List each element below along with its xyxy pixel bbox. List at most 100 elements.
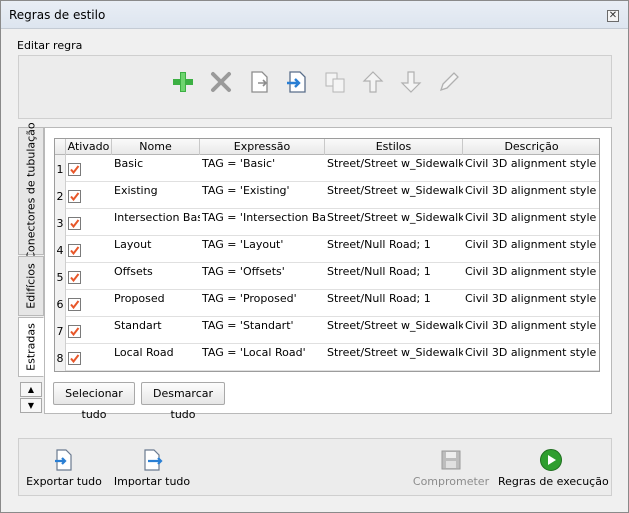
save-icon bbox=[439, 448, 463, 472]
tab-scroll-down-button[interactable]: ▼ bbox=[20, 398, 42, 413]
move-down-icon[interactable] bbox=[398, 69, 424, 95]
cell-style[interactable]: Street/Street w_Sidewalk; 1 bbox=[325, 344, 463, 371]
delete-icon[interactable] bbox=[208, 69, 234, 95]
cell-desc[interactable]: Civil 3D alignment style rule bbox=[463, 209, 599, 236]
cell-style[interactable]: Street/Null Road; 1 bbox=[325, 290, 463, 317]
enabled-checkbox[interactable] bbox=[68, 163, 81, 176]
rules-table: Ativado Nome Expressão Estilos Descrição… bbox=[54, 138, 600, 372]
cell-name[interactable]: Local Road bbox=[112, 344, 200, 371]
deselect-all-button[interactable]: Desmarcar tudo bbox=[141, 382, 225, 421]
select-all-button[interactable]: Selecionar tudo bbox=[53, 382, 135, 421]
export-rule-icon[interactable] bbox=[284, 69, 310, 95]
cell-expr[interactable]: TAG = 'Proposed' bbox=[200, 290, 325, 317]
export-all-button[interactable]: Exportar tudo bbox=[25, 439, 103, 497]
cell-expr[interactable]: TAG = 'Offsets' bbox=[200, 263, 325, 290]
rule-toolbar bbox=[18, 55, 612, 119]
cell-style[interactable]: Street/Null Road; 1 bbox=[325, 236, 463, 263]
cell-desc[interactable]: Civil 3D alignment style rule bbox=[463, 236, 599, 263]
copy-icon[interactable] bbox=[322, 69, 348, 95]
cell-desc[interactable]: Civil 3D alignment style rule bbox=[463, 317, 599, 344]
tab-roads[interactable]: Estradas bbox=[18, 317, 44, 377]
tab-buildings[interactable]: Edifícios bbox=[18, 256, 44, 316]
table-row[interactable]: 7 Standart TAG = 'Standart' Street/Street w… bbox=[55, 317, 599, 344]
tab-scroll-up-button[interactable]: ▲ bbox=[20, 382, 42, 397]
category-tabs: Conectores de tubulação Edifícios Estrad… bbox=[18, 122, 44, 377]
column-header[interactable]: Expressão bbox=[200, 139, 325, 155]
tab-label: Conectores de tubulação bbox=[24, 122, 38, 260]
cell-expr[interactable]: TAG = 'Layout' bbox=[200, 236, 325, 263]
enabled-checkbox[interactable] bbox=[68, 325, 81, 338]
cell-desc[interactable]: Civil 3D alignment style rule bbox=[463, 263, 599, 290]
cell-name[interactable]: Standart bbox=[112, 317, 200, 344]
import-all-label: Importar tudo bbox=[113, 475, 191, 488]
row-number: 7 bbox=[55, 317, 66, 344]
cell-name[interactable]: Offsets bbox=[112, 263, 200, 290]
move-up-icon[interactable] bbox=[360, 69, 386, 95]
table-row[interactable]: 2 Existing TAG = 'Existing' Street/Street w… bbox=[55, 182, 599, 209]
row-number: 8 bbox=[55, 344, 66, 371]
cell-desc[interactable]: Civil 3D alignment style rule bbox=[463, 290, 599, 317]
cell-name[interactable]: Intersection Basic bbox=[112, 209, 200, 236]
enabled-checkbox[interactable] bbox=[68, 298, 81, 311]
run-rules-label: Regras de execução bbox=[498, 475, 609, 488]
cell-expr[interactable]: TAG = 'Local Road' bbox=[200, 344, 325, 371]
table-row[interactable]: 3 Intersection BasicTAG = 'Intersection B… bbox=[55, 209, 599, 236]
row-number: 5 bbox=[55, 263, 66, 290]
cell-name[interactable]: Basic bbox=[112, 155, 200, 182]
enabled-checkbox[interactable] bbox=[68, 190, 81, 203]
corner-header bbox=[55, 139, 66, 155]
section-label: Editar regra bbox=[17, 39, 83, 52]
row-number: 2 bbox=[55, 182, 66, 209]
cell-desc[interactable]: Civil 3D alignment style rule bbox=[463, 155, 599, 182]
enabled-checkbox[interactable] bbox=[68, 271, 81, 284]
edit-icon[interactable] bbox=[436, 69, 462, 95]
close-button[interactable]: ✕ bbox=[607, 10, 619, 22]
table-row[interactable]: 8 Local Road TAG = 'Local Road' Street/Stre… bbox=[55, 344, 599, 371]
table-row[interactable]: 5 Offsets TAG = 'Offsets' Street/Null Road;… bbox=[55, 263, 599, 290]
row-number: 4 bbox=[55, 236, 66, 263]
column-header[interactable]: Nome bbox=[112, 139, 200, 155]
import-all-button[interactable]: Importar tudo bbox=[111, 439, 193, 497]
cell-name[interactable]: Existing bbox=[112, 182, 200, 209]
title-bar: Regras de estilo ✕ bbox=[1, 1, 628, 29]
commit-button[interactable]: Comprometer bbox=[411, 439, 491, 497]
column-header[interactable]: Ativado bbox=[66, 139, 112, 155]
cell-expr[interactable]: TAG = 'Existing' bbox=[200, 182, 325, 209]
roads-panel: Ativado Nome Expressão Estilos Descrição… bbox=[44, 127, 612, 421]
column-header[interactable]: Descrição bbox=[463, 139, 599, 155]
cell-style[interactable]: Street/Street w_Sidewalk; 1 bbox=[325, 155, 463, 182]
run-rules-button[interactable]: Regras de execução bbox=[498, 439, 609, 497]
cell-name[interactable]: Layout bbox=[112, 236, 200, 263]
cell-style[interactable]: Street/Street w_Sidewalk; 1 bbox=[325, 182, 463, 209]
import-icon bbox=[140, 448, 164, 472]
cell-expr[interactable]: TAG = 'Intersection Basic' bbox=[200, 209, 325, 236]
tab-label: Edifícios bbox=[24, 263, 38, 309]
cell-name[interactable]: Proposed bbox=[112, 290, 200, 317]
table-header: Ativado Nome Expressão Estilos Descrição bbox=[55, 139, 599, 155]
cell-style[interactable]: Street/Street w_Sidewalk; 1 bbox=[325, 209, 463, 236]
column-header[interactable]: Estilos bbox=[325, 139, 463, 155]
cell-expr[interactable]: TAG = 'Basic' bbox=[200, 155, 325, 182]
enabled-checkbox[interactable] bbox=[68, 217, 81, 230]
enabled-checkbox[interactable] bbox=[68, 244, 81, 257]
tab-label: Estradas bbox=[24, 323, 38, 371]
table-row[interactable]: 1 Basic TAG = 'Basic' Street/Street w_Sidew… bbox=[55, 155, 599, 182]
tab-scroller: ▲ ▼ bbox=[20, 382, 44, 414]
row-number: 3 bbox=[55, 209, 66, 236]
cell-expr[interactable]: TAG = 'Standart' bbox=[200, 317, 325, 344]
add-icon[interactable] bbox=[170, 69, 196, 95]
import-rule-icon[interactable] bbox=[246, 69, 272, 95]
row-number: 1 bbox=[55, 155, 66, 182]
table-row[interactable]: 6 Proposed TAG = 'Proposed' Street/Null Roa… bbox=[55, 290, 599, 317]
cell-style[interactable]: Street/Street w_Sidewalk; 1 bbox=[325, 317, 463, 344]
cell-desc[interactable]: Civil 3D alignment style rule bbox=[463, 344, 599, 371]
cell-desc[interactable]: Civil 3D alignment style rule bbox=[463, 182, 599, 209]
commit-label: Comprometer bbox=[412, 475, 490, 488]
cell-style[interactable]: Street/Null Road; 1 bbox=[325, 263, 463, 290]
table-row[interactable]: 4 Layout TAG = 'Layout' Street/Null Road; 1… bbox=[55, 236, 599, 263]
style-rules-dialog: Regras de estilo ✕ Editar regra Conector… bbox=[0, 0, 629, 513]
tab-pipe-connectors[interactable]: Conectores de tubulação bbox=[18, 122, 44, 260]
row-number: 6 bbox=[55, 290, 66, 317]
enabled-checkbox[interactable] bbox=[68, 352, 81, 365]
footer-actions: Exportar tudo Importar tudo Comprometer … bbox=[18, 438, 612, 496]
